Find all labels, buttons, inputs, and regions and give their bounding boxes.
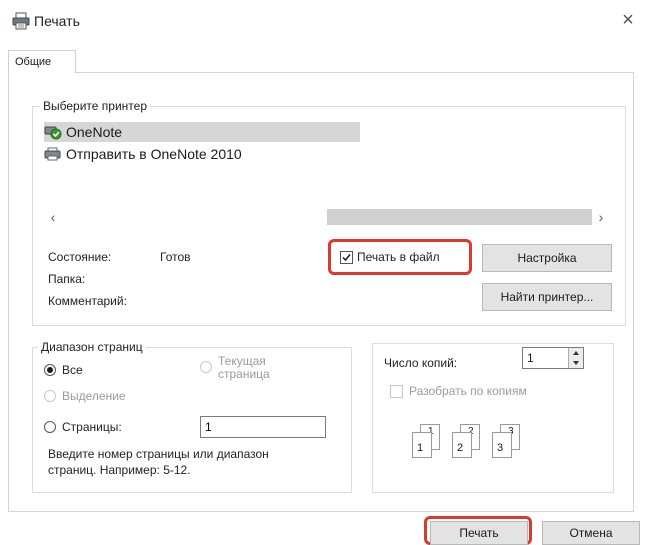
copies-up-icon[interactable] xyxy=(569,348,583,358)
scroll-right-arrow[interactable]: › xyxy=(592,209,610,225)
scroll-left-arrow[interactable]: ‹ xyxy=(44,209,62,225)
page-range-hint-line2: страниц. Например: 5-12. xyxy=(48,463,191,477)
collate-option: Разобрать по копиям xyxy=(390,384,527,398)
current-page-radio xyxy=(200,361,212,373)
printer-list-scrollbar[interactable]: ‹ › xyxy=(44,208,612,226)
page-sheet-number: 1 xyxy=(417,442,424,454)
folder-label: Папка: xyxy=(48,272,86,286)
scroll-thumb[interactable] xyxy=(327,209,592,225)
print-to-file-label: Печать в файл xyxy=(357,250,440,264)
collate-checkbox xyxy=(390,384,403,398)
close-icon[interactable]: × xyxy=(618,10,638,30)
pages-label: Страницы: xyxy=(62,420,122,434)
printer-icon xyxy=(44,146,62,162)
print-button[interactable]: Печать xyxy=(430,521,528,545)
printer-list-item-send-to-onenote[interactable]: Отправить в OneNote 2010 xyxy=(44,144,360,164)
page-range-hint-line1: Введите номер страницы или диапазон xyxy=(48,447,269,461)
window-title: Печать xyxy=(34,13,80,29)
all-pages-label: Все xyxy=(62,363,83,377)
all-pages-radio[interactable] xyxy=(44,364,56,376)
copies-stepper[interactable]: 1 xyxy=(522,347,584,369)
page-range-selection-option: Выделение xyxy=(44,389,126,403)
page-range-pages-option[interactable]: Страницы: xyxy=(44,420,122,434)
page-range-legend: Диапазон страниц xyxy=(38,340,146,354)
copies-value[interactable]: 1 xyxy=(523,348,568,368)
pages-input[interactable] xyxy=(200,416,326,438)
state-value: Готов xyxy=(160,250,191,264)
copies-label: Число копий: xyxy=(384,356,458,370)
page-range-all-option[interactable]: Все xyxy=(44,363,83,377)
printer-list-item-onenote[interactable]: OneNote xyxy=(44,122,360,142)
current-page-label: Текущая страница xyxy=(218,355,270,381)
current-page-label-line1: Текущая xyxy=(218,354,266,368)
collate-pages-icon: 1 1 2 2 3 3 xyxy=(410,422,540,462)
comment-label: Комментарий: xyxy=(48,294,127,308)
page-sheet-number: 3 xyxy=(497,442,504,454)
scroll-track[interactable] xyxy=(62,209,327,225)
printer-group-legend: Выберите принтер xyxy=(40,99,150,113)
selection-label: Выделение xyxy=(62,389,126,403)
current-page-label-line2: страница xyxy=(218,367,270,381)
printer-name: Отправить в OneNote 2010 xyxy=(66,146,242,162)
selection-radio xyxy=(44,390,56,402)
tab-general[interactable]: Общие xyxy=(8,50,76,73)
page-sheet-number: 2 xyxy=(457,442,464,454)
copies-spin-buttons[interactable] xyxy=(568,348,583,368)
pages-radio[interactable] xyxy=(44,421,56,433)
settings-button[interactable]: Настройка xyxy=(482,244,612,272)
printer-name: OneNote xyxy=(66,124,123,140)
print-to-file-checkbox[interactable] xyxy=(340,250,353,264)
state-label: Состояние: xyxy=(48,250,112,264)
page-range-current-option: Текущая страница xyxy=(200,355,270,381)
cancel-button[interactable]: Отмена xyxy=(542,521,640,545)
print-to-file-option[interactable]: Печать в файл xyxy=(340,250,440,264)
find-printer-button[interactable]: Найти принтер... xyxy=(482,283,612,311)
printer-default-icon xyxy=(44,124,62,140)
collate-label: Разобрать по копиям xyxy=(409,384,527,398)
printer-icon xyxy=(12,12,30,30)
copies-down-icon[interactable] xyxy=(569,358,583,368)
title-bar: Печать × xyxy=(0,0,646,46)
